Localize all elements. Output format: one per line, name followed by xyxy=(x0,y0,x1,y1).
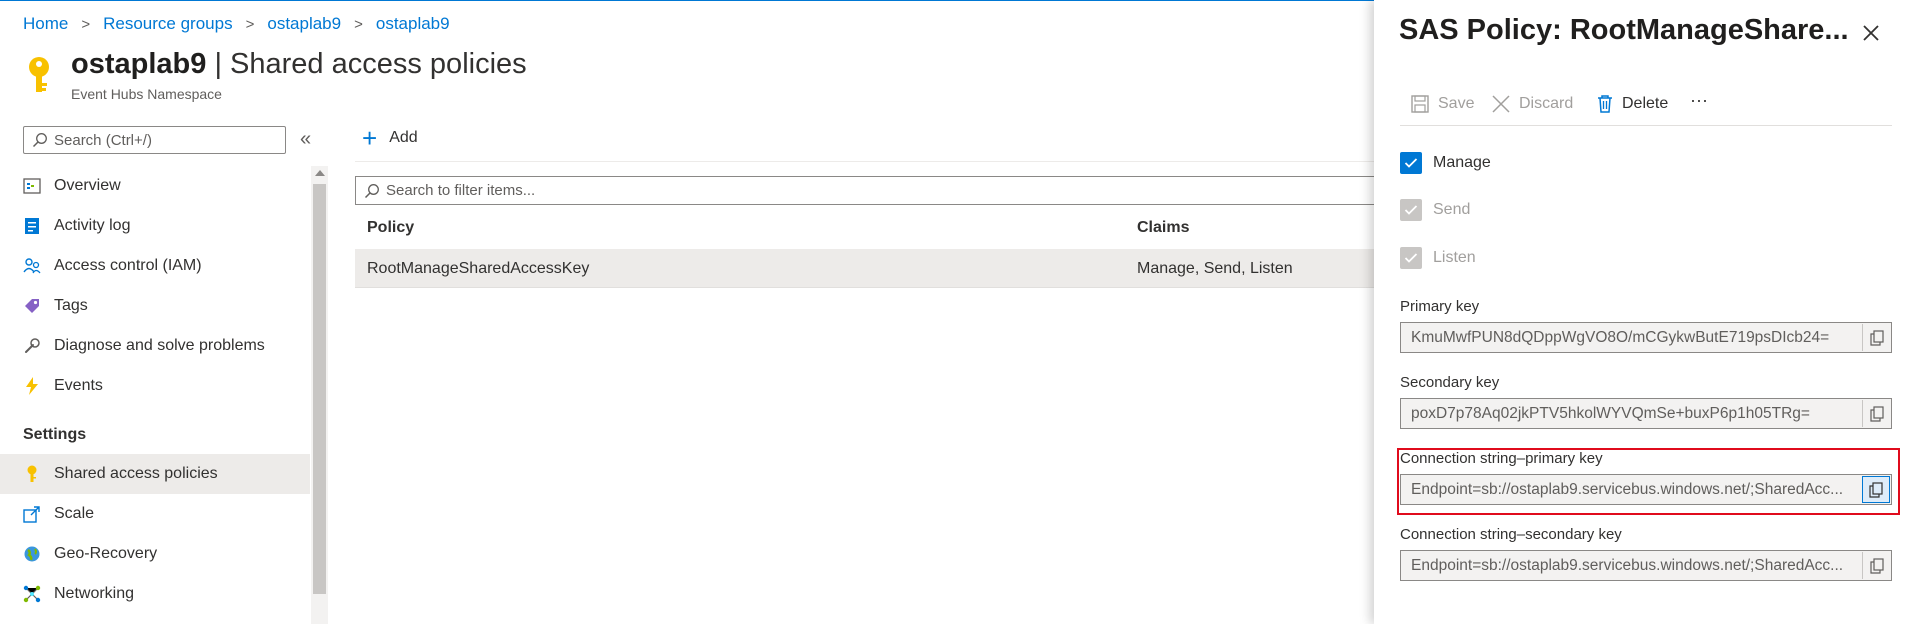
copy-icon[interactable] xyxy=(1862,400,1890,427)
column-header-claims[interactable]: Claims xyxy=(1137,219,1189,237)
breadcrumb-separator: > xyxy=(245,15,255,33)
key-icon xyxy=(29,57,49,92)
primary-key-label: Primary key xyxy=(1400,298,1480,315)
discard-button[interactable]: Discard xyxy=(1491,94,1573,114)
tag-icon xyxy=(22,296,42,316)
listen-label: Listen xyxy=(1433,249,1476,266)
toolbar-divider xyxy=(355,161,1375,162)
page-title: ostaplab9 | Shared access policies xyxy=(71,48,527,81)
discard-icon xyxy=(1492,95,1510,113)
sidebar-search-input[interactable]: Search (Ctrl+/) xyxy=(23,126,286,154)
send-label: Send xyxy=(1433,201,1471,218)
lightning-icon xyxy=(22,376,42,396)
column-header-policy[interactable]: Policy xyxy=(367,219,414,237)
sidebar-item-label: Networking xyxy=(54,585,135,602)
sidebar-item-tags[interactable]: Tags xyxy=(0,286,310,326)
network-icon xyxy=(22,584,42,604)
breadcrumb: Home > Resource groups > ostaplab9 > ost… xyxy=(23,14,450,34)
panel-toolbar-divider xyxy=(1400,125,1892,126)
breadcrumb-separator: > xyxy=(81,15,91,33)
copy-icon[interactable] xyxy=(1862,552,1890,579)
page-name: Shared access policies xyxy=(230,48,527,80)
highlight-box xyxy=(1397,448,1900,515)
delete-button[interactable]: Delete xyxy=(1596,94,1668,114)
collapse-sidebar-icon[interactable]: « xyxy=(300,128,311,151)
search-icon xyxy=(32,133,47,148)
discard-label: Discard xyxy=(1519,95,1574,112)
plus-icon: + xyxy=(362,123,378,153)
breadcrumb-resource-groups[interactable]: Resource groups xyxy=(103,14,232,34)
sidebar-item-label: Diagnose and solve problems xyxy=(54,337,265,354)
iam-icon xyxy=(22,256,42,276)
key-icon xyxy=(22,464,42,484)
secondary-key-label: Secondary key xyxy=(1400,374,1500,391)
sidebar-search-placeholder: Search (Ctrl+/) xyxy=(54,131,152,149)
checkmark-icon xyxy=(1404,205,1418,215)
breadcrumb-resource-group[interactable]: ostaplab9 xyxy=(267,14,341,34)
save-button[interactable]: Save xyxy=(1410,94,1474,114)
listen-checkbox[interactable] xyxy=(1400,247,1422,269)
filter-placeholder: Search to filter items... xyxy=(386,182,536,199)
activity-log-icon xyxy=(22,216,42,236)
trash-icon xyxy=(1598,95,1612,113)
add-policy-button[interactable]: + Add xyxy=(362,123,418,153)
scale-icon xyxy=(22,504,42,524)
sidebar-item-networking[interactable]: Networking xyxy=(0,574,310,614)
page-subtitle: Event Hubs Namespace xyxy=(71,86,222,102)
policy-cell[interactable]: RootManageSharedAccessKey xyxy=(367,260,589,278)
secondary-key-field[interactable]: poxD7p78Aq02jkPTV5hkolWYVQmSe+buxP6p1h05… xyxy=(1400,398,1892,429)
primary-key-field[interactable]: KmuMwfPUN8dQDppWgVO8O/mCGykwButE719psDIc… xyxy=(1400,322,1892,353)
sidebar-item-label: Geo-Recovery xyxy=(54,545,158,562)
copy-icon[interactable] xyxy=(1862,324,1890,351)
manage-checkbox[interactable] xyxy=(1400,152,1422,174)
delete-label: Delete xyxy=(1622,95,1669,112)
save-label: Save xyxy=(1438,95,1475,112)
globe-icon xyxy=(22,544,42,564)
settings-heading: Settings xyxy=(23,426,87,443)
connection-string-secondary-label: Connection string–secondary key xyxy=(1400,526,1622,543)
panel-title: SAS Policy: RootManageShare... xyxy=(1399,14,1849,46)
sidebar-item-label: Activity log xyxy=(54,217,131,234)
breadcrumb-separator: > xyxy=(354,15,363,33)
sidebar-item-events[interactable]: Events xyxy=(0,366,310,406)
wrench-icon xyxy=(22,336,42,356)
sidebar-item-diagnose[interactable]: Diagnose and solve problems xyxy=(0,326,310,366)
checkmark-icon xyxy=(1404,253,1418,263)
title-divider: | xyxy=(214,48,222,80)
filter-input[interactable]: Search to filter items... xyxy=(355,176,1375,205)
scroll-up-icon[interactable] xyxy=(315,170,325,176)
manage-label: Manage xyxy=(1433,154,1491,171)
sidebar-scrollbar-thumb[interactable] xyxy=(313,184,326,594)
more-options-icon[interactable]: ··· xyxy=(1690,90,1708,111)
sidebar-item-label: Scale xyxy=(54,505,95,522)
search-icon xyxy=(364,183,379,198)
sidebar-item-overview[interactable]: Overview xyxy=(0,166,310,206)
sidebar-item-label: Shared access policies xyxy=(54,465,218,482)
sidebar-item-geo-recovery[interactable]: Geo-Recovery xyxy=(0,534,310,574)
send-checkbox[interactable] xyxy=(1400,199,1422,221)
checkmark-icon xyxy=(1404,158,1418,168)
connection-string-secondary-field[interactable]: Endpoint=sb://ostaplab9.servicebus.windo… xyxy=(1400,550,1892,581)
claims-cell: Manage, Send, Listen xyxy=(1137,260,1293,277)
breadcrumb-home[interactable]: Home xyxy=(23,14,68,34)
sidebar-item-scale[interactable]: Scale xyxy=(0,494,310,534)
sidebar-item-label: Tags xyxy=(54,297,88,314)
sidebar-item-iam[interactable]: Access control (IAM) xyxy=(0,246,310,286)
sidebar-item-label: Overview xyxy=(54,177,121,194)
sidebar-item-activity-log[interactable]: Activity log xyxy=(0,206,310,246)
save-icon xyxy=(1411,95,1429,113)
overview-icon xyxy=(22,176,42,196)
sidebar-item-label: Access control (IAM) xyxy=(54,257,202,274)
sidebar-item-shared-access-policies[interactable]: Shared access policies xyxy=(0,454,310,494)
close-icon[interactable] xyxy=(1862,18,1880,49)
resource-name: ostaplab9 xyxy=(71,48,207,80)
sidebar-item-label: Events xyxy=(54,377,103,394)
breadcrumb-namespace[interactable]: ostaplab9 xyxy=(376,14,450,34)
add-label: Add xyxy=(389,129,418,146)
